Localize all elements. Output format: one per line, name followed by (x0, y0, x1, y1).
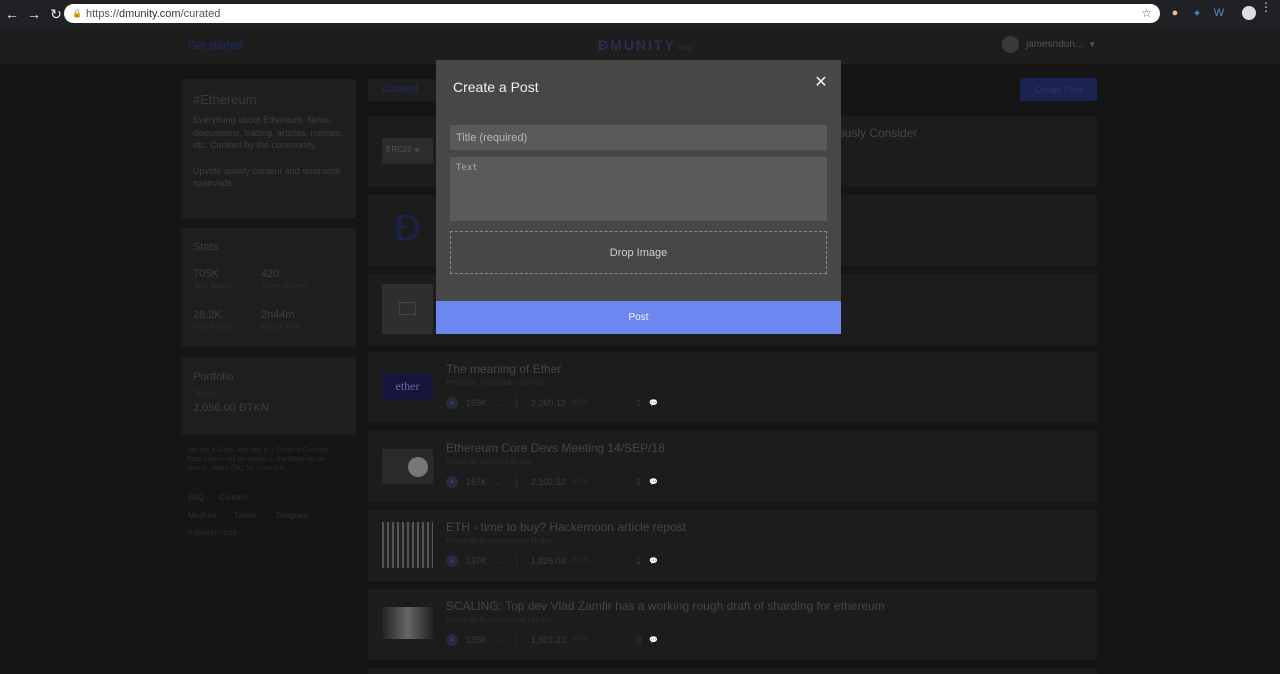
post-button[interactable]: Post (436, 301, 841, 334)
title-input[interactable] (450, 125, 827, 150)
drop-image-zone[interactable]: Drop Image (450, 231, 827, 274)
create-post-modal: Create a Post ✕ Drop Image Post (436, 60, 841, 334)
modal-title: Create a Post (453, 79, 539, 95)
close-icon[interactable]: ✕ (813, 75, 829, 91)
text-input[interactable] (450, 157, 827, 221)
drop-image-label: Drop Image (609, 246, 668, 259)
